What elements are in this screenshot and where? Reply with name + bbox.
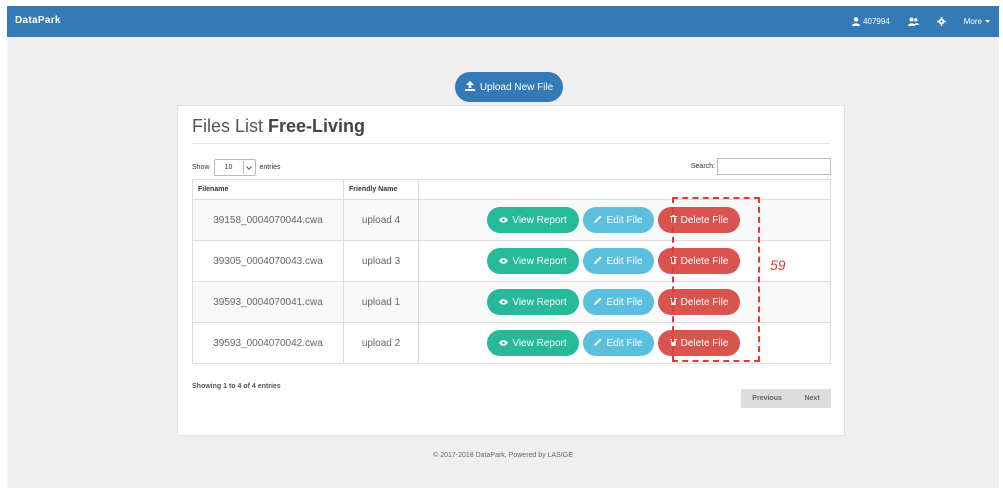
length-control: Show 10 entries <box>192 159 281 176</box>
groups-menu[interactable] <box>899 6 928 37</box>
edit-file-label: Edit File <box>606 296 643 308</box>
user-menu[interactable]: 407994 <box>843 6 899 37</box>
edit-file-button[interactable]: Edit File <box>583 289 654 315</box>
view-report-button[interactable]: View Report <box>487 289 579 315</box>
view-report-label: View Report <box>512 214 567 226</box>
friendly-name-cell: upload 1 <box>343 281 419 323</box>
page-title: Files List Free-Living <box>192 116 365 137</box>
pencil-icon <box>594 256 602 267</box>
pencil-icon <box>594 338 602 349</box>
filename-cell: 39158_0004070044.cwa <box>192 199 344 241</box>
edit-file-button[interactable]: Edit File <box>583 207 654 233</box>
search-label: Search: <box>690 163 715 170</box>
actions-cell: View Report Edit File Delete File <box>418 281 831 323</box>
user-icon <box>852 17 861 26</box>
upload-new-file-button[interactable]: Upload New File <box>455 72 563 102</box>
view-report-label: View Report <box>512 255 567 267</box>
filename-cell: 39593_0004070041.cwa <box>192 281 344 323</box>
view-report-button[interactable]: View Report <box>487 248 579 274</box>
brand-logo[interactable]: DataPark <box>15 15 61 26</box>
pencil-icon <box>594 215 602 226</box>
actions-cell: View Report Edit File Delete File <box>418 199 831 241</box>
upload-button-label: Upload New File <box>479 81 554 93</box>
filename-cell: 39593_0004070042.cwa <box>192 322 344 364</box>
more-label: More <box>963 17 982 26</box>
pagination: Previous Next <box>741 389 831 408</box>
top-navbar: DataPark 407994 More <box>7 6 999 37</box>
title-category: Free-Living <box>268 116 366 136</box>
eye-icon <box>499 338 509 349</box>
search-input[interactable] <box>717 158 831 175</box>
view-report-label: View Report <box>512 337 567 349</box>
title-prefix: Files List <box>192 116 269 136</box>
annotation-highlight-box <box>672 197 760 362</box>
actions-cell: View Report Edit File Delete File <box>418 240 831 282</box>
edit-file-label: Edit File <box>606 337 643 349</box>
edit-file-label: Edit File <box>606 255 643 267</box>
annotation-number: 59 <box>770 257 786 273</box>
friendly-name-cell: upload 3 <box>343 240 419 282</box>
eye-icon <box>499 256 509 267</box>
settings-menu[interactable] <box>928 6 955 37</box>
entries-select-value: 10 <box>224 164 233 171</box>
next-page-button[interactable]: Next <box>804 395 819 402</box>
users-icon <box>907 17 919 26</box>
chevron-down-icon <box>242 161 255 174</box>
upload-icon <box>464 80 475 94</box>
actions-cell: View Report Edit File Delete File <box>418 322 831 364</box>
eye-icon <box>499 215 509 226</box>
title-divider <box>192 143 830 144</box>
page-background: DataPark 407994 More Upload New File Fil… <box>7 6 999 488</box>
previous-page-button[interactable]: Previous <box>752 395 782 402</box>
edit-file-button[interactable]: Edit File <box>583 330 654 356</box>
filename-cell: 39305_0004070043.cwa <box>192 240 344 282</box>
caret-down-icon <box>985 20 990 23</box>
edit-file-label: Edit File <box>606 214 643 226</box>
entries-select[interactable]: 10 <box>213 159 256 176</box>
friendly-name-cell: upload 4 <box>343 199 419 241</box>
view-report-label: View Report <box>512 296 567 308</box>
user-id: 407994 <box>863 17 890 26</box>
column-header-filename[interactable]: Filename <box>192 179 344 200</box>
view-report-button[interactable]: View Report <box>487 330 579 356</box>
eye-icon <box>499 297 509 308</box>
more-menu[interactable]: More <box>955 6 999 37</box>
show-label: Show <box>192 164 210 171</box>
entries-label: entries <box>259 164 281 171</box>
column-header-actions <box>418 179 831 200</box>
pencil-icon <box>594 297 602 308</box>
gear-icon <box>936 17 946 26</box>
entries-info: Showing 1 to 4 of 4 entries <box>192 383 281 390</box>
search-control: Search: <box>691 158 831 175</box>
footer: © 2017-2018 DataPark, Powered by LASIGE <box>433 452 573 459</box>
edit-file-button[interactable]: Edit File <box>583 248 654 274</box>
column-header-friendly-name[interactable]: Friendly Name <box>343 179 419 200</box>
view-report-button[interactable]: View Report <box>487 207 579 233</box>
navbar-right: 407994 More <box>843 6 999 37</box>
friendly-name-cell: upload 2 <box>343 322 419 364</box>
